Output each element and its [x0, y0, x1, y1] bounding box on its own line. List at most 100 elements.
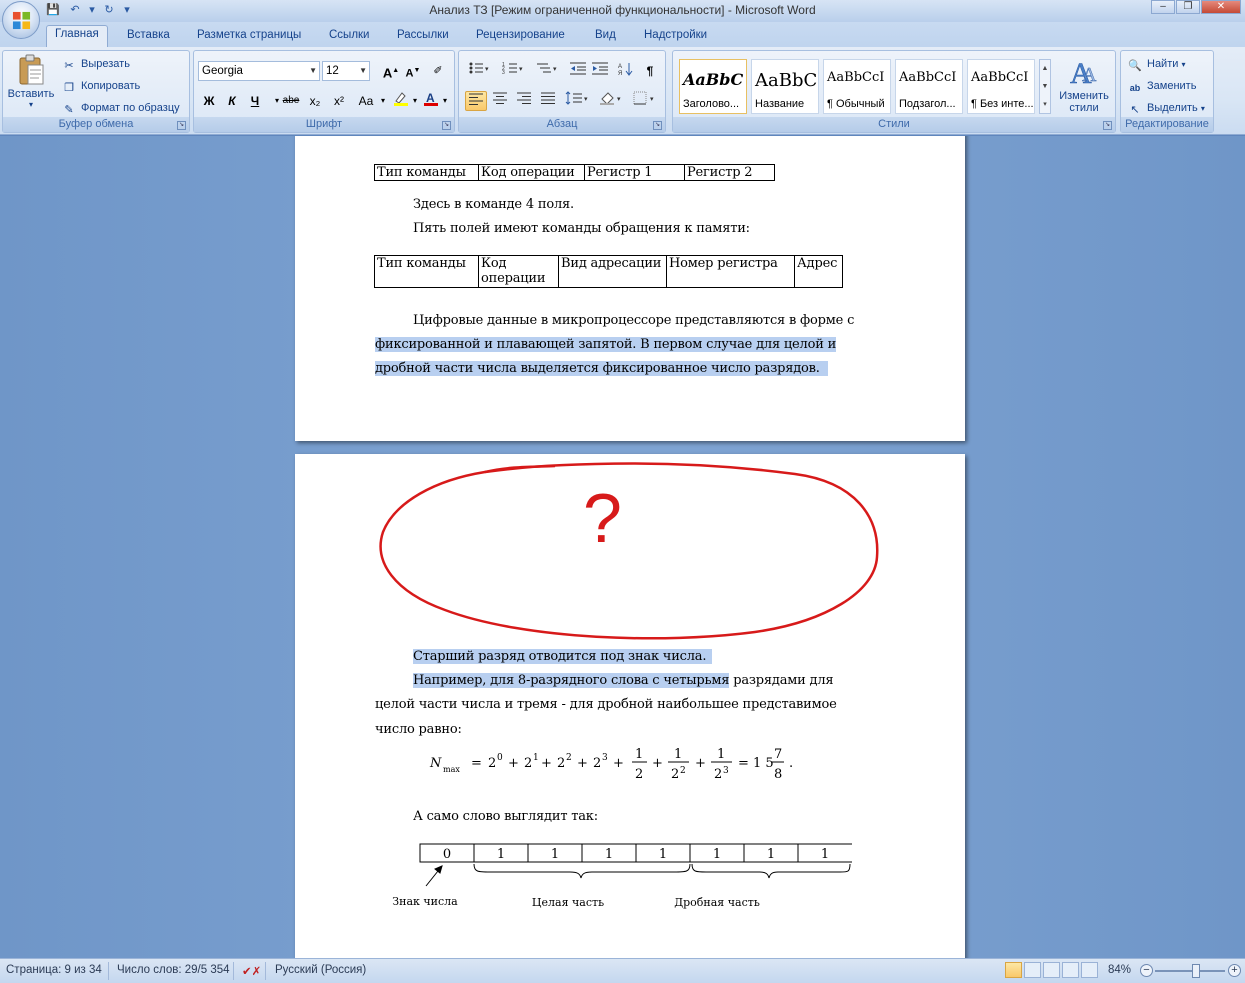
find-button[interactable]: 🔍 Найти ▾	[1127, 55, 1185, 73]
restore-button[interactable]: ❐	[1176, 0, 1200, 14]
page[interactable]: ? Старший разряд отводится под знак числ…	[295, 454, 965, 958]
highlight-icon[interactable]	[390, 91, 412, 111]
table-cell[interactable]: Регистр 2	[684, 164, 775, 181]
sort-icon[interactable]: АЯ	[615, 61, 637, 81]
show-marks-icon[interactable]: ¶	[639, 61, 661, 81]
tab-addins[interactable]: Надстройки	[636, 27, 715, 47]
tab-insert[interactable]: Вставка	[119, 27, 178, 47]
borders-icon[interactable]: ▾	[631, 91, 659, 111]
word-count[interactable]: Число слов: 29/5 354	[117, 964, 230, 976]
chevron-down-icon[interactable]: ▼	[1040, 78, 1050, 96]
table-cell[interactable]: Вид адресации	[558, 255, 667, 288]
font-color-dropdown-icon[interactable]: ▾	[440, 91, 450, 111]
paragraph[interactable]: Здесь в команде 4 поля.	[413, 197, 574, 212]
increase-indent-icon[interactable]	[589, 61, 611, 81]
style-normal[interactable]: AaBbCcI ¶ Обычный	[823, 59, 891, 114]
save-icon[interactable]: 💾	[44, 2, 62, 18]
format-painter-button[interactable]: ✎ Формат по образцу	[61, 99, 179, 117]
align-center-icon[interactable]	[489, 91, 511, 111]
web-layout-view-icon[interactable]	[1043, 962, 1060, 978]
draft-view-icon[interactable]	[1081, 962, 1098, 978]
change-styles-button[interactable]: A A Изменить стили	[1055, 55, 1113, 114]
minimize-button[interactable]: –	[1151, 0, 1175, 14]
clear-format-icon[interactable]: ✐	[427, 61, 449, 81]
print-layout-view-icon[interactable]	[1005, 962, 1022, 978]
page[interactable]: Тип команды Код операции Регистр 1 Регис…	[295, 136, 965, 441]
office-button[interactable]	[2, 1, 40, 39]
tab-page-layout[interactable]: Разметка страницы	[189, 27, 309, 47]
bold-button[interactable]: Ж	[198, 91, 220, 111]
redo-icon[interactable]: ↻	[100, 2, 118, 18]
paragraph-selected[interactable]: Старший разряд отводится под знак числа.	[413, 649, 713, 664]
line-spacing-icon[interactable]: ▾	[563, 91, 591, 111]
align-left-icon[interactable]	[465, 91, 487, 111]
font-launcher-icon[interactable]: ↘	[442, 121, 451, 130]
replace-button[interactable]: ab Заменить	[1127, 77, 1197, 95]
underline-button[interactable]: Ч	[244, 91, 266, 111]
copy-button[interactable]: ❐ Копировать	[61, 77, 140, 95]
language-indicator[interactable]: Русский (Россия)	[275, 964, 366, 976]
paste-button[interactable]: Вставить ▾	[5, 53, 57, 117]
font-size-combo[interactable]: 12 ▼	[322, 61, 370, 81]
paragraph[interactable]: Пять полей имеют команды обращения к пам…	[413, 221, 750, 236]
style-heading1[interactable]: AaBbC Заголово...	[679, 59, 747, 114]
shrink-font-icon[interactable]: A▼	[402, 61, 424, 81]
font-name-combo[interactable]: Georgia ▼	[198, 61, 320, 81]
zoom-in-icon[interactable]: +	[1228, 964, 1241, 977]
table-cell[interactable]: Код операции	[478, 164, 585, 181]
page-indicator[interactable]: Страница: 9 из 34	[6, 964, 102, 976]
style-subtitle[interactable]: AaBbCcI Подзагол...	[895, 59, 963, 114]
change-case-button[interactable]: Aa	[354, 91, 378, 111]
styles-scroll[interactable]: ▲ ▼ ▾	[1039, 59, 1051, 114]
justify-icon[interactable]	[537, 91, 559, 111]
tab-references[interactable]: Ссылки	[321, 27, 378, 47]
zoom-slider[interactable]	[1155, 970, 1225, 972]
styles-launcher-icon[interactable]: ↘	[1103, 121, 1112, 130]
zoom-out-icon[interactable]: −	[1140, 964, 1153, 977]
shading-icon[interactable]: ▾	[597, 91, 625, 111]
select-button[interactable]: ↖ Выделить ▾	[1127, 99, 1204, 117]
table-cell[interactable]: Тип команды	[374, 255, 479, 288]
numbering-icon[interactable]: 1 2 3 ▾	[499, 61, 527, 81]
paragraph[interactable]: А само слово выглядит так:	[413, 809, 598, 824]
tab-home[interactable]: Главная	[46, 25, 108, 47]
paragraph[interactable]: число равно:	[375, 722, 462, 737]
highlight-dropdown-icon[interactable]: ▾	[410, 91, 420, 111]
tab-view[interactable]: Вид	[587, 27, 624, 47]
multilevel-list-icon[interactable]: ▾	[533, 61, 561, 81]
italic-button[interactable]: К	[221, 91, 243, 111]
clipboard-launcher-icon[interactable]: ↘	[177, 121, 186, 130]
decrease-indent-icon[interactable]	[567, 61, 589, 81]
bullets-icon[interactable]: ▾	[465, 61, 493, 81]
zoom-level[interactable]: 84%	[1108, 964, 1131, 976]
font-color-icon[interactable]: A	[420, 91, 442, 111]
paragraph[interactable]: Цифровые данные в микропроцессоре предст…	[413, 313, 854, 328]
cut-button[interactable]: ✂ Вырезать	[61, 55, 130, 73]
customize-qat-icon[interactable]: ▾	[122, 2, 132, 18]
tab-review[interactable]: Рецензирование	[468, 27, 573, 47]
paragraph[interactable]: Например, для 8-разрядного слова с четыр…	[413, 673, 834, 688]
paragraph-launcher-icon[interactable]: ↘	[653, 121, 662, 130]
table-cell[interactable]: Тип команды	[374, 164, 479, 181]
table-cell[interactable]: Код операции	[478, 255, 559, 288]
zoom-slider-thumb[interactable]	[1192, 964, 1200, 978]
style-title[interactable]: AaBbC Название	[751, 59, 819, 114]
outline-view-icon[interactable]	[1062, 962, 1079, 978]
table-cell[interactable]: Адрес	[794, 255, 843, 288]
paragraph-selected[interactable]: фиксированной и плавающей запятой. В пер…	[375, 337, 836, 352]
align-right-icon[interactable]	[513, 91, 535, 111]
undo-dropdown-icon[interactable]: ▾	[88, 2, 96, 18]
full-screen-reading-view-icon[interactable]	[1024, 962, 1041, 978]
strikethrough-button[interactable]: abe	[280, 91, 302, 111]
grow-font-icon[interactable]: A▲	[380, 61, 402, 81]
superscript-button[interactable]: x²	[328, 91, 350, 111]
close-button[interactable]: ✕	[1201, 0, 1241, 14]
case-dropdown-icon[interactable]: ▾	[378, 91, 388, 111]
paragraph-selected[interactable]: дробной части числа выделяется фиксирова…	[375, 361, 828, 376]
tab-mailings[interactable]: Рассылки	[389, 27, 457, 47]
table-cell[interactable]: Номер регистра	[666, 255, 795, 288]
style-no-spacing[interactable]: AaBbCcI ¶ Без инте...	[967, 59, 1035, 114]
spelling-check-icon[interactable]: ✔✗	[242, 964, 261, 978]
subscript-button[interactable]: x₂	[304, 91, 326, 111]
paragraph[interactable]: целой части числа и тремя - для дробной …	[375, 697, 837, 712]
